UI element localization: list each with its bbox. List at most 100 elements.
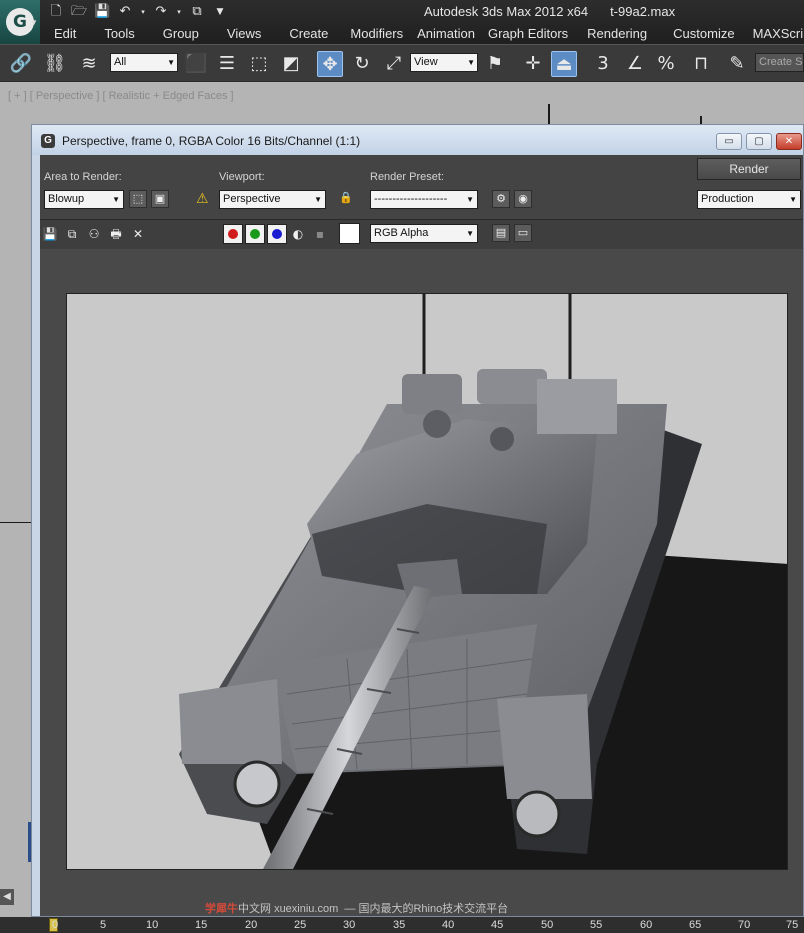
select-and-link-icon[interactable]: 🔗 xyxy=(8,51,34,77)
close-button[interactable]: ✕ xyxy=(776,133,802,150)
select-and-move-icon[interactable]: ✥ xyxy=(317,51,343,77)
timeline-tick: 60 xyxy=(640,919,653,931)
chevron-down-icon: ▼ xyxy=(112,195,120,204)
timeline-tick: 65 xyxy=(689,919,702,931)
redo-dropdown-icon[interactable]: ▾ xyxy=(176,4,182,20)
chevron-down-icon: ▼ xyxy=(467,58,475,67)
timeline-tick: 10 xyxy=(146,919,159,931)
timeline-tick: 15 xyxy=(195,919,208,931)
snaps-toggle-icon[interactable]: 3 xyxy=(590,51,616,77)
undo-dropdown-icon[interactable]: ▾ xyxy=(140,4,146,20)
save-icon[interactable]: 💾 xyxy=(94,4,110,20)
time-slider-track[interactable]: 0 5 10 15 20 25 30 35 40 45 50 55 60 65 … xyxy=(0,917,804,933)
blue-channel-button[interactable] xyxy=(267,224,287,244)
pivot-point-icon[interactable]: ⚑ xyxy=(482,51,508,77)
chevron-down-icon: ▼ xyxy=(314,195,322,204)
toggle-ui-overlay-icon[interactable]: ▤ xyxy=(492,224,510,242)
channel-display-dropdown[interactable]: RGB Alpha ▼ xyxy=(370,224,478,243)
green-channel-button[interactable] xyxy=(245,224,265,244)
environment-effects-icon[interactable]: ◉ xyxy=(514,190,532,208)
spinner-snap-icon[interactable]: ⊓ xyxy=(688,51,714,77)
select-object-icon[interactable]: ⬛ xyxy=(183,51,209,77)
red-channel-button[interactable] xyxy=(223,224,243,244)
timeline-tick: 40 xyxy=(442,919,455,931)
blue-dot-icon xyxy=(272,229,282,239)
undo-icon[interactable]: ↶ xyxy=(117,4,133,20)
scroll-left-icon[interactable]: ◀ xyxy=(0,889,14,905)
clear-image-icon[interactable]: ✕ xyxy=(130,226,146,242)
color-swatch[interactable] xyxy=(339,223,360,244)
maximize-button[interactable]: ▢ xyxy=(746,133,772,150)
render-window-title-bar: G Perspective, frame 0, RGBA Color 16 Bi… xyxy=(32,125,803,155)
print-image-icon[interactable]: 🖶 xyxy=(108,226,124,242)
edit-region-icon[interactable]: ⬚ xyxy=(129,190,147,208)
manipulate-icon[interactable]: ✛ xyxy=(520,51,546,77)
menu-views[interactable]: Views xyxy=(213,24,275,44)
toggle-ui-icon[interactable]: ▭ xyxy=(514,224,532,242)
window-crossing-icon[interactable]: ◩ xyxy=(278,51,304,77)
save-image-icon[interactable]: 💾 xyxy=(42,226,58,242)
menu-maxscript[interactable]: MAXScript xyxy=(749,24,804,44)
area-to-render-dropdown[interactable]: Blowup ▼ xyxy=(44,190,124,209)
render-setup-icon[interactable]: ⚙ xyxy=(492,190,510,208)
render-preset-dropdown[interactable]: -------------------- ▼ xyxy=(370,190,478,209)
customize-qat-icon[interactable]: ▼ xyxy=(212,4,228,20)
menu-edit[interactable]: Edit xyxy=(40,24,90,44)
angle-snap-icon[interactable]: ∠ xyxy=(622,51,648,77)
right-drive-wheel xyxy=(513,790,561,838)
watermark-cn: 中文网 xyxy=(238,903,271,915)
application-button[interactable]: G ▼ xyxy=(0,0,40,44)
file-name: t-99a2.max xyxy=(610,4,676,19)
copy-image-icon[interactable]: ⧉ xyxy=(64,226,80,242)
percent-snap-icon[interactable]: % xyxy=(653,51,679,77)
display-alpha-channel-icon[interactable]: ◐ xyxy=(290,226,306,242)
new-file-icon[interactable]: 🗋 xyxy=(48,4,64,20)
menu-graph-editors[interactable]: Graph Editors xyxy=(481,24,575,44)
reference-coordinate-value: View xyxy=(414,56,438,68)
minimize-button[interactable]: ▭ xyxy=(716,133,742,150)
quick-access-toolbar: 🗋 🗁 💾 ↶ ▾ ↷ ▾ ⧉ ▼ xyxy=(48,2,228,22)
rear-stowage xyxy=(537,379,617,434)
menu-animation[interactable]: Animation xyxy=(411,24,481,44)
watermark-site-name: 学犀牛 xyxy=(205,903,238,915)
keyboard-shortcut-override-icon[interactable]: ⏏ xyxy=(551,51,577,77)
3ds-max-app: G ▼ 🗋 🗁 💾 ↶ ▾ ↷ ▾ ⧉ ▼ Autodesk 3ds Max 2… xyxy=(0,0,804,933)
edit-named-selection-icon[interactable]: ✎ xyxy=(724,51,750,77)
menu-tools[interactable]: Tools xyxy=(90,24,148,44)
app-title: Autodesk 3ds Max 2012 x64 xyxy=(424,4,589,19)
rendered-image[interactable] xyxy=(66,293,788,870)
viewport-label[interactable]: [ + ] [ Perspective ] [ Realistic + Edge… xyxy=(8,90,234,102)
select-by-name-icon[interactable]: ☰ xyxy=(214,51,240,77)
viewport-dropdown[interactable]: Perspective ▼ xyxy=(219,190,326,209)
clone-frame-window-icon[interactable]: ⚇ xyxy=(86,226,102,242)
main-toolbar: 🔗 ⛓ ≋ All ▼ ⬛ ☰ ⬚ ◩ ✥ ↻ ⤢ View ▼ ⚑ ✛ ⏏ 3… xyxy=(0,44,804,82)
menu-group[interactable]: Group xyxy=(149,24,213,44)
menu-modifiers[interactable]: Modifiers xyxy=(342,24,411,44)
menu-customize[interactable]: Customize xyxy=(659,24,748,44)
monochrome-icon[interactable]: ▪ xyxy=(312,226,328,242)
reference-coordinate-dropdown[interactable]: View ▼ xyxy=(410,53,478,72)
select-and-scale-icon[interactable]: ⤢ xyxy=(381,51,407,77)
unlink-selection-icon[interactable]: ⛓ xyxy=(42,51,68,77)
render-button[interactable]: Render xyxy=(697,158,801,180)
bind-to-space-warp-icon[interactable]: ≋ xyxy=(76,51,102,77)
menu-create[interactable]: Create xyxy=(275,24,342,44)
snaps-label: 3 xyxy=(597,53,609,74)
production-dropdown[interactable]: Production ▼ xyxy=(697,190,801,209)
project-folder-icon[interactable]: ⧉ xyxy=(189,4,205,20)
auto-region-selected-icon[interactable]: ▣ xyxy=(151,190,169,208)
selection-filter-dropdown[interactable]: All ▼ xyxy=(110,53,178,72)
select-and-rotate-icon[interactable]: ↻ xyxy=(349,51,375,77)
redo-icon[interactable]: ↷ xyxy=(153,4,169,20)
timeline-tick: 50 xyxy=(541,919,554,931)
lock-icon[interactable]: 🔒 xyxy=(337,190,355,208)
named-selection-set-field[interactable]: Create Selection Set xyxy=(755,53,804,72)
open-folder-icon[interactable]: 🗁 xyxy=(71,4,87,20)
menu-rendering[interactable]: Rendering xyxy=(575,24,659,44)
watermark-url: xuexiniu.com xyxy=(274,903,339,915)
timeline-tick: 75 xyxy=(786,919,799,931)
rectangular-selection-icon[interactable]: ⬚ xyxy=(246,51,272,77)
red-dot-icon xyxy=(228,229,238,239)
green-dot-icon xyxy=(250,229,260,239)
timeline-tick: 35 xyxy=(393,919,406,931)
